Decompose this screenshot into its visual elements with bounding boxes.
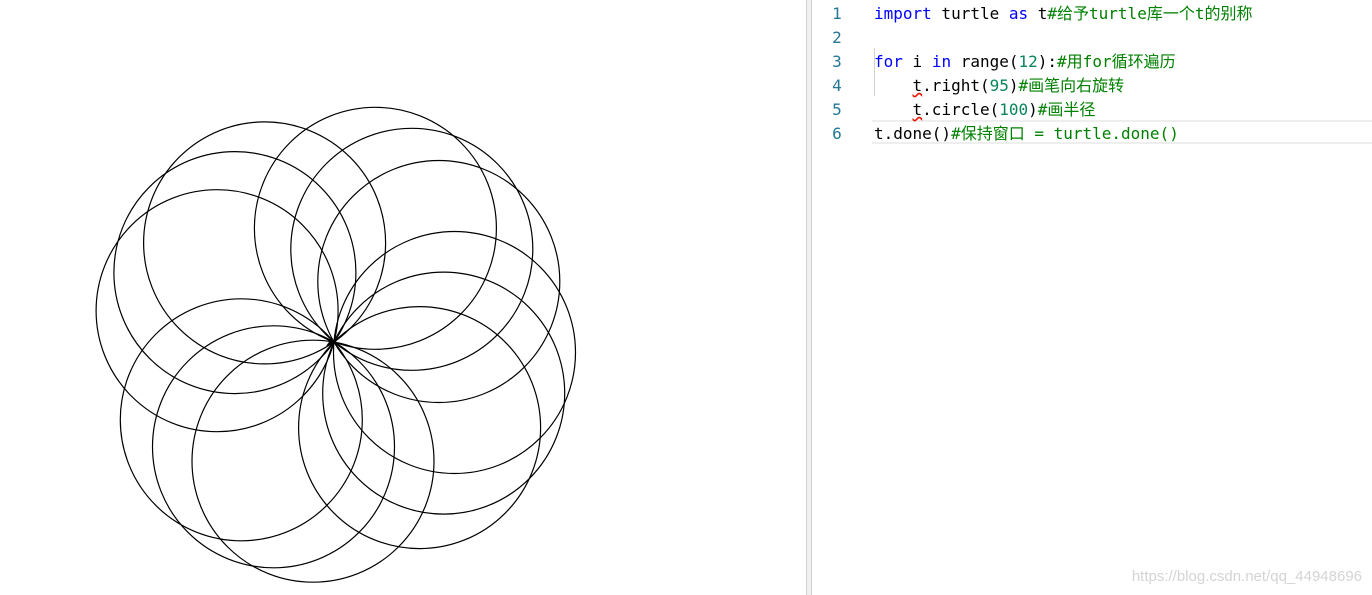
code-token: t.done() bbox=[874, 124, 952, 143]
code-line[interactable]: 1 import turtle as t#给予turtle库一个t的别称 bbox=[812, 2, 1372, 26]
code-token: import bbox=[874, 4, 932, 23]
line-number: 5 bbox=[832, 100, 842, 119]
line-number: 4 bbox=[832, 76, 842, 95]
code-token: #给予turtle库一个t的别称 bbox=[1047, 4, 1253, 23]
code-token: as bbox=[1008, 4, 1029, 23]
turtle-circle bbox=[143, 121, 387, 365]
code-token: range( bbox=[951, 52, 1019, 71]
code-token: 95 bbox=[989, 76, 1009, 95]
code-text: t.circle(100)#画半径 bbox=[874, 98, 1096, 122]
code-token: t bbox=[912, 100, 923, 119]
watermark: https://blog.csdn.net/qq_44948696 bbox=[1131, 568, 1362, 585]
code-line[interactable]: 5 t.circle(100)#画半径 bbox=[812, 98, 1372, 122]
line-number: 2 bbox=[832, 28, 842, 47]
code-token: in bbox=[931, 52, 952, 71]
turtle-circle bbox=[113, 151, 357, 395]
code-text: for i in range(12):#用for循环遍历 bbox=[874, 50, 1176, 74]
code-token: for bbox=[874, 52, 903, 71]
code-token: t bbox=[912, 76, 923, 95]
turtle-circle bbox=[332, 230, 577, 475]
code-token: i bbox=[902, 52, 932, 71]
code-line[interactable]: 2 bbox=[812, 26, 1372, 50]
turtle-circle bbox=[95, 189, 339, 433]
line-number: 1 bbox=[832, 4, 842, 23]
code-editor[interactable]: 1 import turtle as t#给予turtle库一个t的别称 2 3 for… bbox=[812, 0, 1372, 595]
turtle-drawing bbox=[95, 106, 577, 583]
code-token: ) bbox=[1008, 76, 1019, 95]
code-text: import turtle as t#给予turtle库一个t的别称 bbox=[874, 2, 1252, 26]
turtle-canvas bbox=[0, 0, 806, 595]
code-token: t bbox=[1028, 4, 1048, 23]
code-token: 100 bbox=[999, 100, 1029, 119]
code-text: t.right(95)#画笔向右旋转 bbox=[874, 74, 1125, 98]
code-text: t.done()#保持窗口 = turtle.done() bbox=[874, 122, 1179, 146]
code-line[interactable]: 4 t.right(95)#画笔向右旋转 bbox=[812, 74, 1372, 98]
code-token: #保持窗口 = turtle.done() bbox=[951, 124, 1179, 143]
code-line[interactable]: 3 for i in range(12):#用for循环遍历 bbox=[812, 50, 1372, 74]
code-line[interactable]: 6 t.done()#保持窗口 = turtle.done() bbox=[812, 122, 1372, 146]
line-number: 6 bbox=[832, 124, 842, 143]
code-token: ) bbox=[1028, 100, 1038, 119]
code-token: .right( bbox=[922, 76, 990, 95]
code-token: #用for循环遍历 bbox=[1057, 52, 1176, 71]
code-token: turtle bbox=[931, 4, 1009, 23]
code-token: #画笔向右旋转 bbox=[1018, 76, 1125, 95]
code-token: 12 bbox=[1018, 52, 1038, 71]
code-token: ): bbox=[1037, 52, 1058, 71]
code-token: #画半径 bbox=[1037, 100, 1096, 119]
turtle-circle bbox=[191, 339, 435, 583]
line-number: 3 bbox=[832, 52, 842, 71]
code-token: .circle( bbox=[922, 100, 1000, 119]
